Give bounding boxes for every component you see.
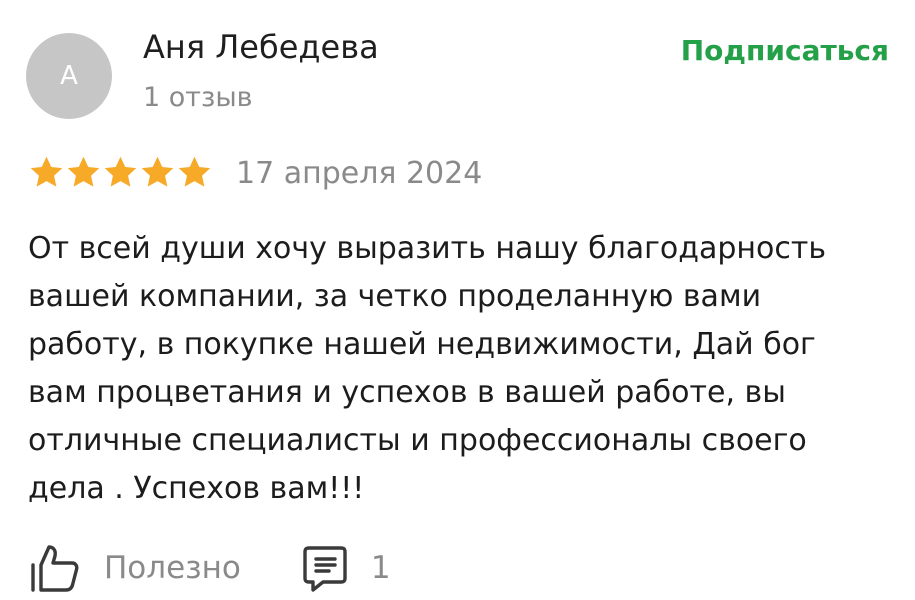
avatar[interactable]: А (26, 33, 112, 119)
review-text-line: дела . Успехов вам!!! (28, 471, 365, 506)
thumbs-up-icon (31, 545, 79, 592)
review-text-line: вам процветания и успехов в вашей работе… (28, 375, 786, 410)
comment-count: 1 (370, 550, 391, 586)
subscribe-button[interactable]: Подписаться (681, 34, 889, 67)
star-icon (141, 156, 174, 187)
comment-icon (303, 546, 347, 592)
star-icon (104, 156, 137, 187)
review-actions: Полезно 1 (30, 538, 391, 598)
star-icon (178, 156, 211, 187)
comments-button[interactable]: 1 (301, 544, 391, 592)
avatar-initial: А (60, 61, 78, 91)
star-icon (30, 156, 63, 187)
review-text-line: От всей души хочу выразить нашу благодар… (28, 231, 827, 266)
review-text: От всей души хочу выразить нашу благодар… (28, 225, 898, 513)
author-review-count: 1 отзыв (143, 82, 253, 113)
author-name[interactable]: Аня Лебедева (143, 28, 379, 66)
star-icon (67, 156, 100, 187)
helpful-button[interactable]: Полезно (30, 543, 241, 593)
review-text-line: работу, в покупке нашей недвижимости, Да… (28, 327, 816, 362)
star-rating (28, 154, 213, 191)
helpful-label: Полезно (104, 550, 241, 586)
review-date: 17 апреля 2024 (236, 156, 483, 191)
review-text-line: вашей компании, за четко проделанную вам… (28, 279, 762, 314)
review-text-line: отличные специалисты и профессионалы сво… (28, 423, 807, 458)
